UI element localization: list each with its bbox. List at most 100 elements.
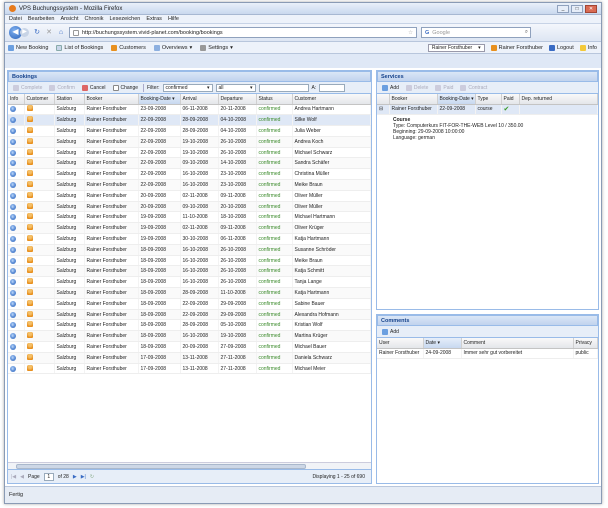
filter-status-select[interactable]: confirmed ▾ [162,83,213,92]
info-cell[interactable]: i [8,147,25,159]
info-icon[interactable]: i [10,106,16,113]
table-row[interactable]: i Salzburg Rainer Forsthuber 17-09-2008 13-1… [8,352,371,364]
col-service-booker[interactable]: Booker [389,94,438,105]
customer-cell[interactable] [24,147,55,159]
info-icon[interactable]: i [10,181,16,188]
info-cell[interactable]: i [8,309,25,321]
customer-icon[interactable] [26,126,33,133]
paid-button[interactable]: Paid [433,84,455,91]
table-row[interactable]: i Salzburg Rainer Forsthuber 18-09-2008 20-0… [8,341,371,353]
info-icon[interactable]: i [10,214,16,221]
customer-icon[interactable] [26,116,33,123]
customer-icon[interactable] [26,278,33,285]
info-icon[interactable]: i [10,343,16,350]
customer-cell[interactable] [24,352,55,364]
horizontal-scrollbar[interactable] [8,462,371,469]
table-row[interactable]: i Salzburg Rainer Forsthuber 19-09-2008 30-1… [8,233,371,245]
info-icon[interactable]: i [10,246,16,253]
info-icon[interactable]: i [10,279,16,286]
table-row[interactable]: i Salzburg Rainer Forsthuber 20-09-2008 09-1… [8,201,371,213]
refresh-icon[interactable]: ↻ [90,474,94,480]
customer-icon[interactable] [26,332,33,339]
info-icon[interactable]: i [10,333,16,340]
service-row[interactable]: ⊟ Rainer Forsthuber 22-09-2008 course ✔ [377,104,598,116]
table-row[interactable]: i Salzburg Rainer Forsthuber 22-09-2008 16-1… [8,168,371,181]
complete-button[interactable]: Complete [11,84,44,91]
customer-icon[interactable] [26,159,33,166]
table-row[interactable]: i Salzburg Rainer Forsthuber 18-09-2008 16-1… [8,255,371,267]
customer-icon[interactable] [26,288,33,295]
customer-cell[interactable] [24,168,55,181]
customer-cell[interactable] [24,190,55,202]
settings-menu[interactable]: Settings ▾ [200,44,233,51]
customer-icon[interactable] [26,224,33,231]
menu-chronik[interactable]: Chronik [85,16,104,22]
customer-icon[interactable] [26,148,33,155]
customer-icon[interactable] [26,202,33,209]
info-icon[interactable]: i [10,160,16,167]
customer-icon[interactable] [26,321,33,328]
info-cell[interactable]: i [8,276,25,289]
col-service-booking-date[interactable]: Booking-Date ▾ [437,94,476,105]
info-icon[interactable]: i [10,289,16,296]
customer-cell[interactable] [24,309,55,321]
info-icon[interactable]: i [10,235,16,242]
info-icon[interactable]: i [10,127,16,134]
confirm-button[interactable]: Confirm [47,84,77,91]
info-cell[interactable]: i [8,157,25,170]
table-row[interactable]: i Salzburg Rainer Forsthuber 22-09-2008 09-1… [8,157,371,170]
customer-icon[interactable] [26,105,33,112]
col-comment-date[interactable]: Date ▾ [423,338,462,349]
info-cell[interactable]: i [8,363,25,375]
customer-icon[interactable] [26,267,33,274]
delete-service-button[interactable]: Delete [404,84,430,91]
info-cell[interactable]: i [8,233,25,245]
close-button[interactable]: ✕ [585,5,597,13]
info-icon[interactable]: i [10,268,16,275]
forward-icon[interactable]: ▶ [20,28,29,37]
info-cell[interactable]: i [8,190,25,202]
col-comment-user[interactable]: User [377,338,424,349]
info-cell[interactable]: i [8,287,25,299]
info-cell[interactable]: i [8,136,25,148]
home-icon[interactable]: ⌂ [57,29,65,37]
col-departure[interactable]: Departure [218,94,257,105]
customer-cell[interactable] [24,114,55,127]
info-cell[interactable]: i [8,125,25,137]
customer-cell[interactable] [24,330,55,343]
customer-cell[interactable] [24,265,55,278]
url-bar[interactable]: http://buchungssystem.vivid-planet.com/b… [69,27,417,38]
customer-icon[interactable] [26,137,33,144]
customer-cell[interactable] [24,276,55,289]
customer-icon[interactable] [26,180,33,187]
info-icon[interactable]: i [10,203,16,210]
customer-cell[interactable] [24,244,55,256]
menu-datei[interactable]: Datei [9,16,22,22]
contract-button[interactable]: Contract [458,84,489,91]
add-service-button[interactable]: Add [380,84,401,91]
customer-cell[interactable] [24,298,55,310]
table-row[interactable]: i Salzburg Rainer Forsthuber 18-09-2008 22-0… [8,298,371,310]
filter-scope-select[interactable]: all ▾ [215,83,256,92]
customer-cell[interactable] [24,104,55,116]
stop-icon[interactable]: ✕ [45,29,53,37]
info-icon[interactable]: i [10,171,16,178]
col-info[interactable]: Info [8,94,25,105]
table-row[interactable]: i Salzburg Rainer Forsthuber 22-09-2008 16-1… [8,179,371,191]
info-cell[interactable]: i [8,352,25,364]
table-row[interactable]: i Salzburg Rainer Forsthuber 18-09-2008 28-0… [8,287,371,299]
info-icon[interactable]: i [10,149,16,156]
col-customer-icon[interactable]: Customer [24,94,55,105]
table-row[interactable]: i Salzburg Rainer Forsthuber 22-09-2008 19-1… [8,147,371,159]
info-cell[interactable]: i [8,222,25,235]
customer-icon[interactable] [26,234,33,241]
customer-cell[interactable] [24,222,55,235]
info-icon[interactable]: i [10,225,16,232]
customer-cell[interactable] [24,157,55,170]
bookmark-star-icon[interactable]: ☆ [408,30,416,36]
menu-hilfe[interactable]: Hilfe [168,16,179,22]
info-cell[interactable]: i [8,114,25,127]
customers-button[interactable]: Customers [111,44,146,51]
info-icon[interactable]: i [10,322,16,329]
menu-lesezeichen[interactable]: Lesezeichen [109,16,140,22]
